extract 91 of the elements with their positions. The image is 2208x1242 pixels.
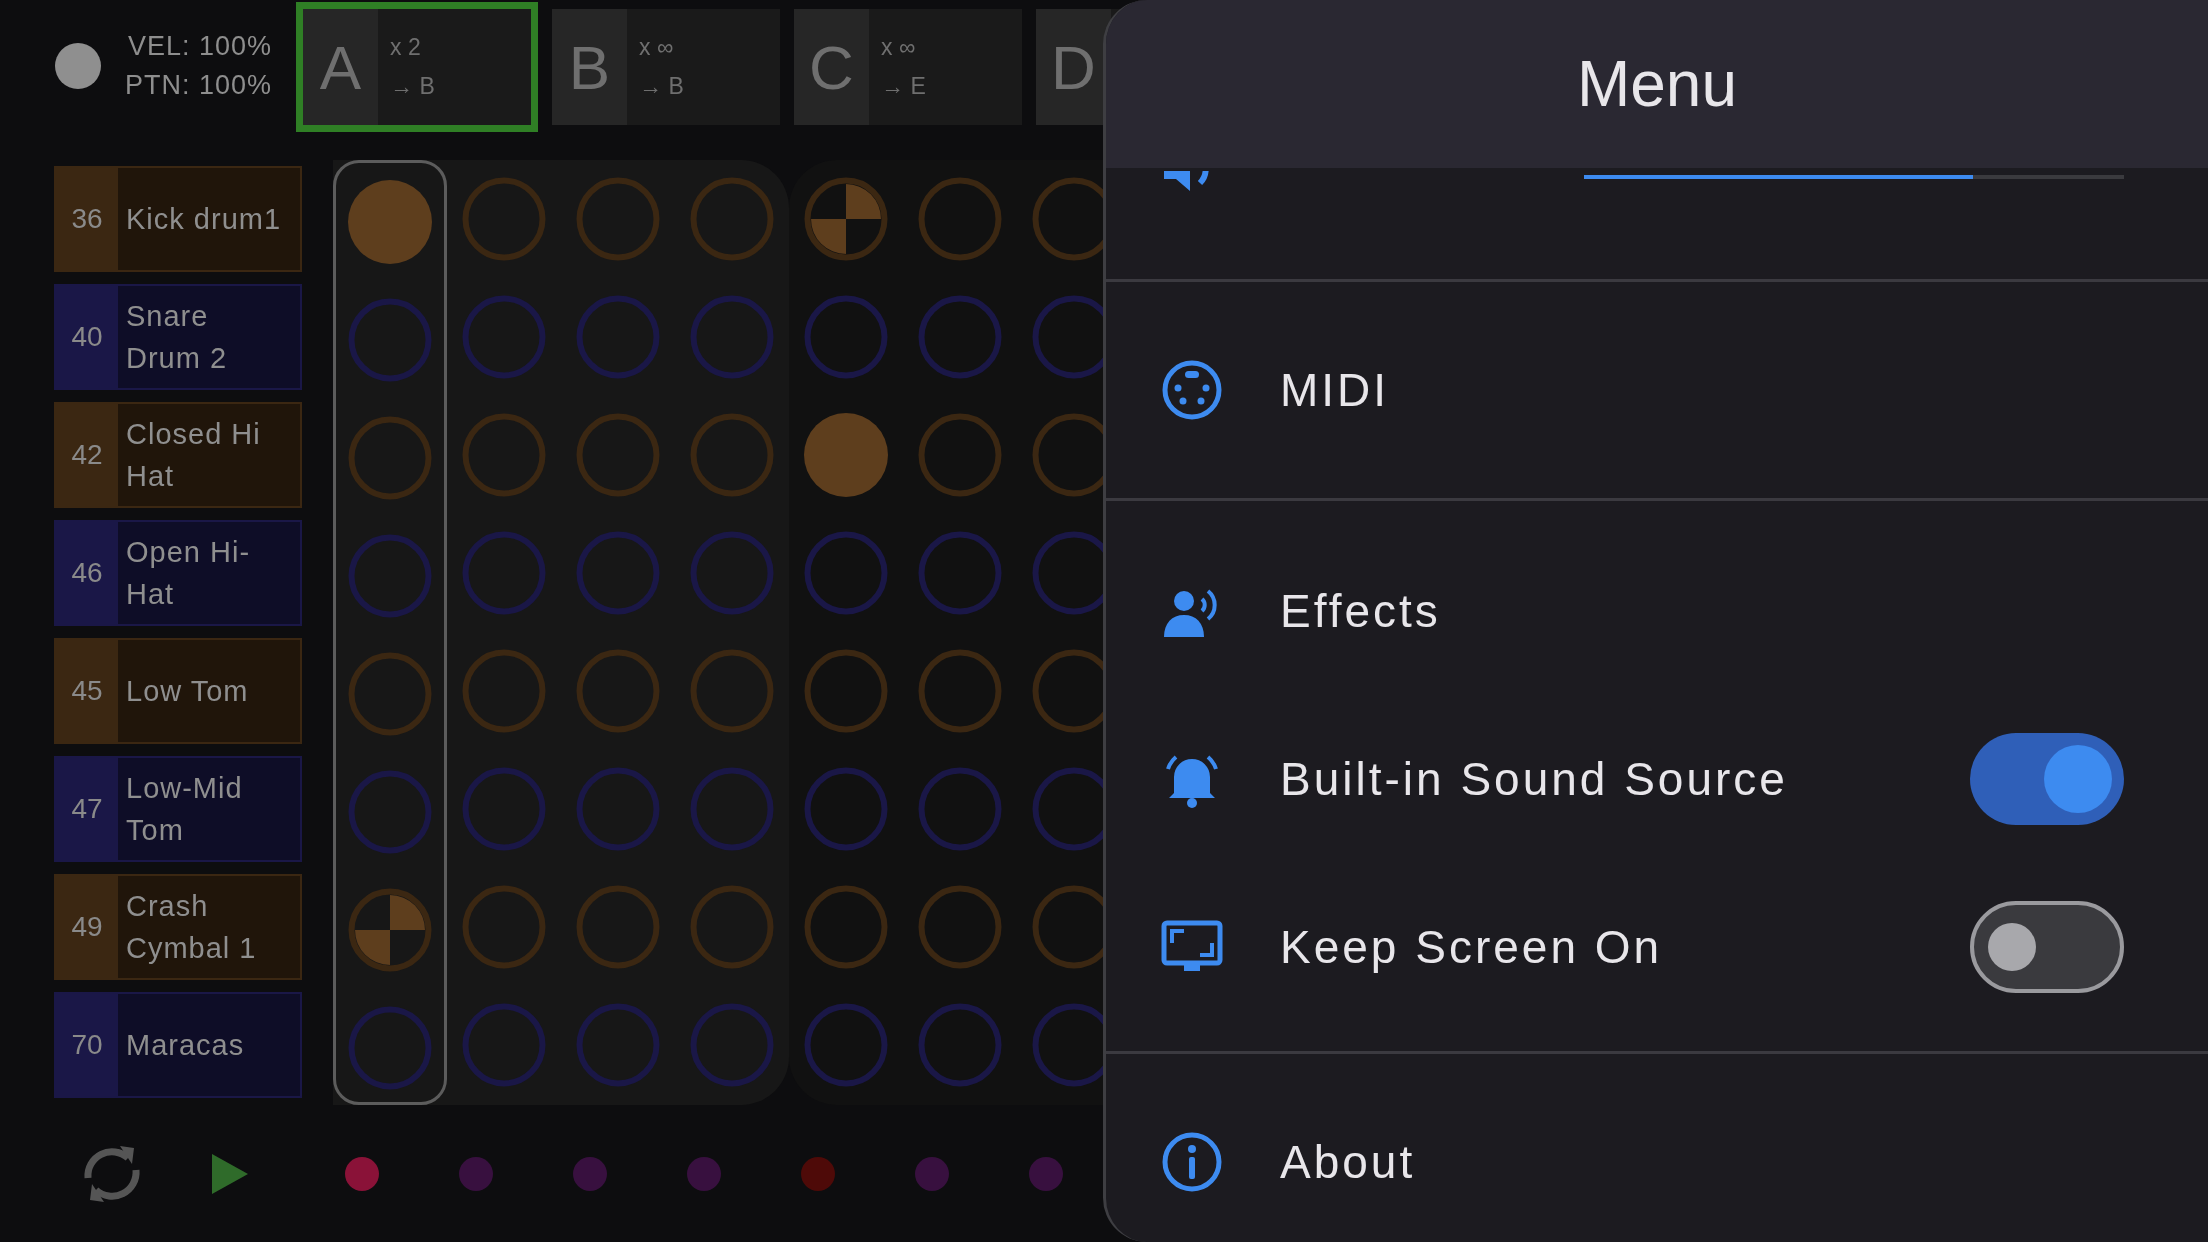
step-off[interactable]	[917, 176, 1003, 262]
track-name: Maracas	[125, 1028, 246, 1063]
step-off[interactable]	[575, 1002, 661, 1088]
track-name: Low Tom	[125, 674, 250, 709]
step-off[interactable]	[689, 766, 775, 852]
step-off[interactable]	[461, 176, 547, 262]
info-icon	[1160, 1130, 1224, 1194]
track-button[interactable]: 70 Maracas	[54, 992, 302, 1098]
step-off[interactable]	[461, 294, 547, 380]
step-off[interactable]	[803, 294, 889, 380]
step-off[interactable]	[575, 294, 661, 380]
pattern-tab[interactable]: A x 2 → B	[296, 2, 538, 132]
step-off[interactable]	[347, 1005, 433, 1091]
note-number: 47	[56, 758, 118, 860]
pattern-letter: B	[552, 9, 627, 125]
step-off[interactable]	[347, 415, 433, 501]
repeat-count: x ∞	[639, 34, 675, 61]
next-pattern: → B	[390, 73, 435, 100]
step-off[interactable]	[689, 176, 775, 262]
step-off[interactable]	[575, 648, 661, 734]
step-off[interactable]	[803, 766, 889, 852]
velocity-label: VEL: 100%	[127, 31, 273, 62]
step-off[interactable]	[803, 884, 889, 970]
status-dot	[55, 43, 101, 89]
step-off[interactable]	[803, 1002, 889, 1088]
step-off[interactable]	[917, 648, 1003, 734]
step-off[interactable]	[347, 533, 433, 619]
step-off[interactable]	[689, 1002, 775, 1088]
menu-item[interactable]: Effects	[1106, 527, 2208, 695]
step-off[interactable]	[575, 530, 661, 616]
repeat-count: x 2	[390, 34, 422, 61]
step-off[interactable]	[689, 412, 775, 498]
menu-item[interactable]: About	[1106, 1078, 2208, 1242]
step-off[interactable]	[917, 766, 1003, 852]
menu-item[interactable]: Keep Screen On	[1106, 863, 2208, 1031]
note-number: 45	[56, 640, 118, 742]
track-name: Low-Mid Tom	[125, 771, 244, 848]
step-off[interactable]	[689, 530, 775, 616]
midi-connector-icon	[1160, 358, 1224, 422]
step-off[interactable]	[347, 297, 433, 383]
pattern-label: PTN: 100%	[125, 70, 273, 101]
note-number: 36	[56, 168, 118, 270]
track-name: Crash Cymbal 1	[125, 889, 258, 966]
step-off[interactable]	[347, 769, 433, 855]
step-partial[interactable]	[347, 887, 433, 973]
note-number: 42	[56, 404, 118, 506]
step-partial[interactable]	[803, 176, 889, 262]
step-on[interactable]	[347, 179, 433, 265]
step-off[interactable]	[461, 648, 547, 734]
step-off[interactable]	[461, 530, 547, 616]
step-off[interactable]	[461, 766, 547, 852]
note-number: 40	[56, 286, 118, 388]
step-off[interactable]	[689, 648, 775, 734]
step-off[interactable]	[461, 412, 547, 498]
pattern-tab[interactable]: C x ∞ → E	[794, 9, 1022, 125]
step-off[interactable]	[803, 648, 889, 734]
track-name: Snare Drum 2	[125, 299, 229, 376]
step-off[interactable]	[917, 884, 1003, 970]
volume-slider[interactable]	[1584, 175, 2124, 179]
step-off[interactable]	[689, 294, 775, 380]
step-off[interactable]	[917, 412, 1003, 498]
step-off[interactable]	[917, 1002, 1003, 1088]
step-off[interactable]	[575, 884, 661, 970]
step-off[interactable]	[917, 294, 1003, 380]
note-number: 46	[56, 522, 118, 624]
step-off[interactable]	[803, 530, 889, 616]
note-number: 49	[56, 876, 118, 978]
step-off[interactable]	[461, 1002, 547, 1088]
menu-title: Menu	[1576, 47, 1738, 121]
note-number: 70	[56, 994, 118, 1096]
step-off[interactable]	[461, 884, 547, 970]
track-button[interactable]: 36 Kick drum1	[54, 166, 302, 272]
pattern-letter: C	[794, 9, 869, 125]
repeat-count: x ∞	[881, 34, 917, 61]
menu-item[interactable]: MIDI	[1106, 306, 2208, 474]
track-name: Closed Hi Hat	[125, 417, 262, 494]
step-on[interactable]	[803, 412, 889, 498]
step-off[interactable]	[917, 530, 1003, 616]
track-name: Kick drum1	[125, 202, 283, 237]
next-pattern: → B	[639, 73, 684, 100]
pattern-letter: A	[303, 9, 378, 125]
pattern-tab[interactable]: B x ∞ → B	[552, 9, 780, 125]
step-off[interactable]	[689, 884, 775, 970]
step-off[interactable]	[347, 651, 433, 737]
track-button[interactable]: 45 Low Tom	[54, 638, 302, 744]
track-name: Open Hi-Hat	[125, 535, 252, 612]
menu-item[interactable]: Built-in Sound Source	[1106, 695, 2208, 863]
step-off[interactable]	[575, 412, 661, 498]
step-off[interactable]	[575, 176, 661, 262]
step-off[interactable]	[575, 766, 661, 852]
next-pattern: → E	[881, 73, 926, 100]
